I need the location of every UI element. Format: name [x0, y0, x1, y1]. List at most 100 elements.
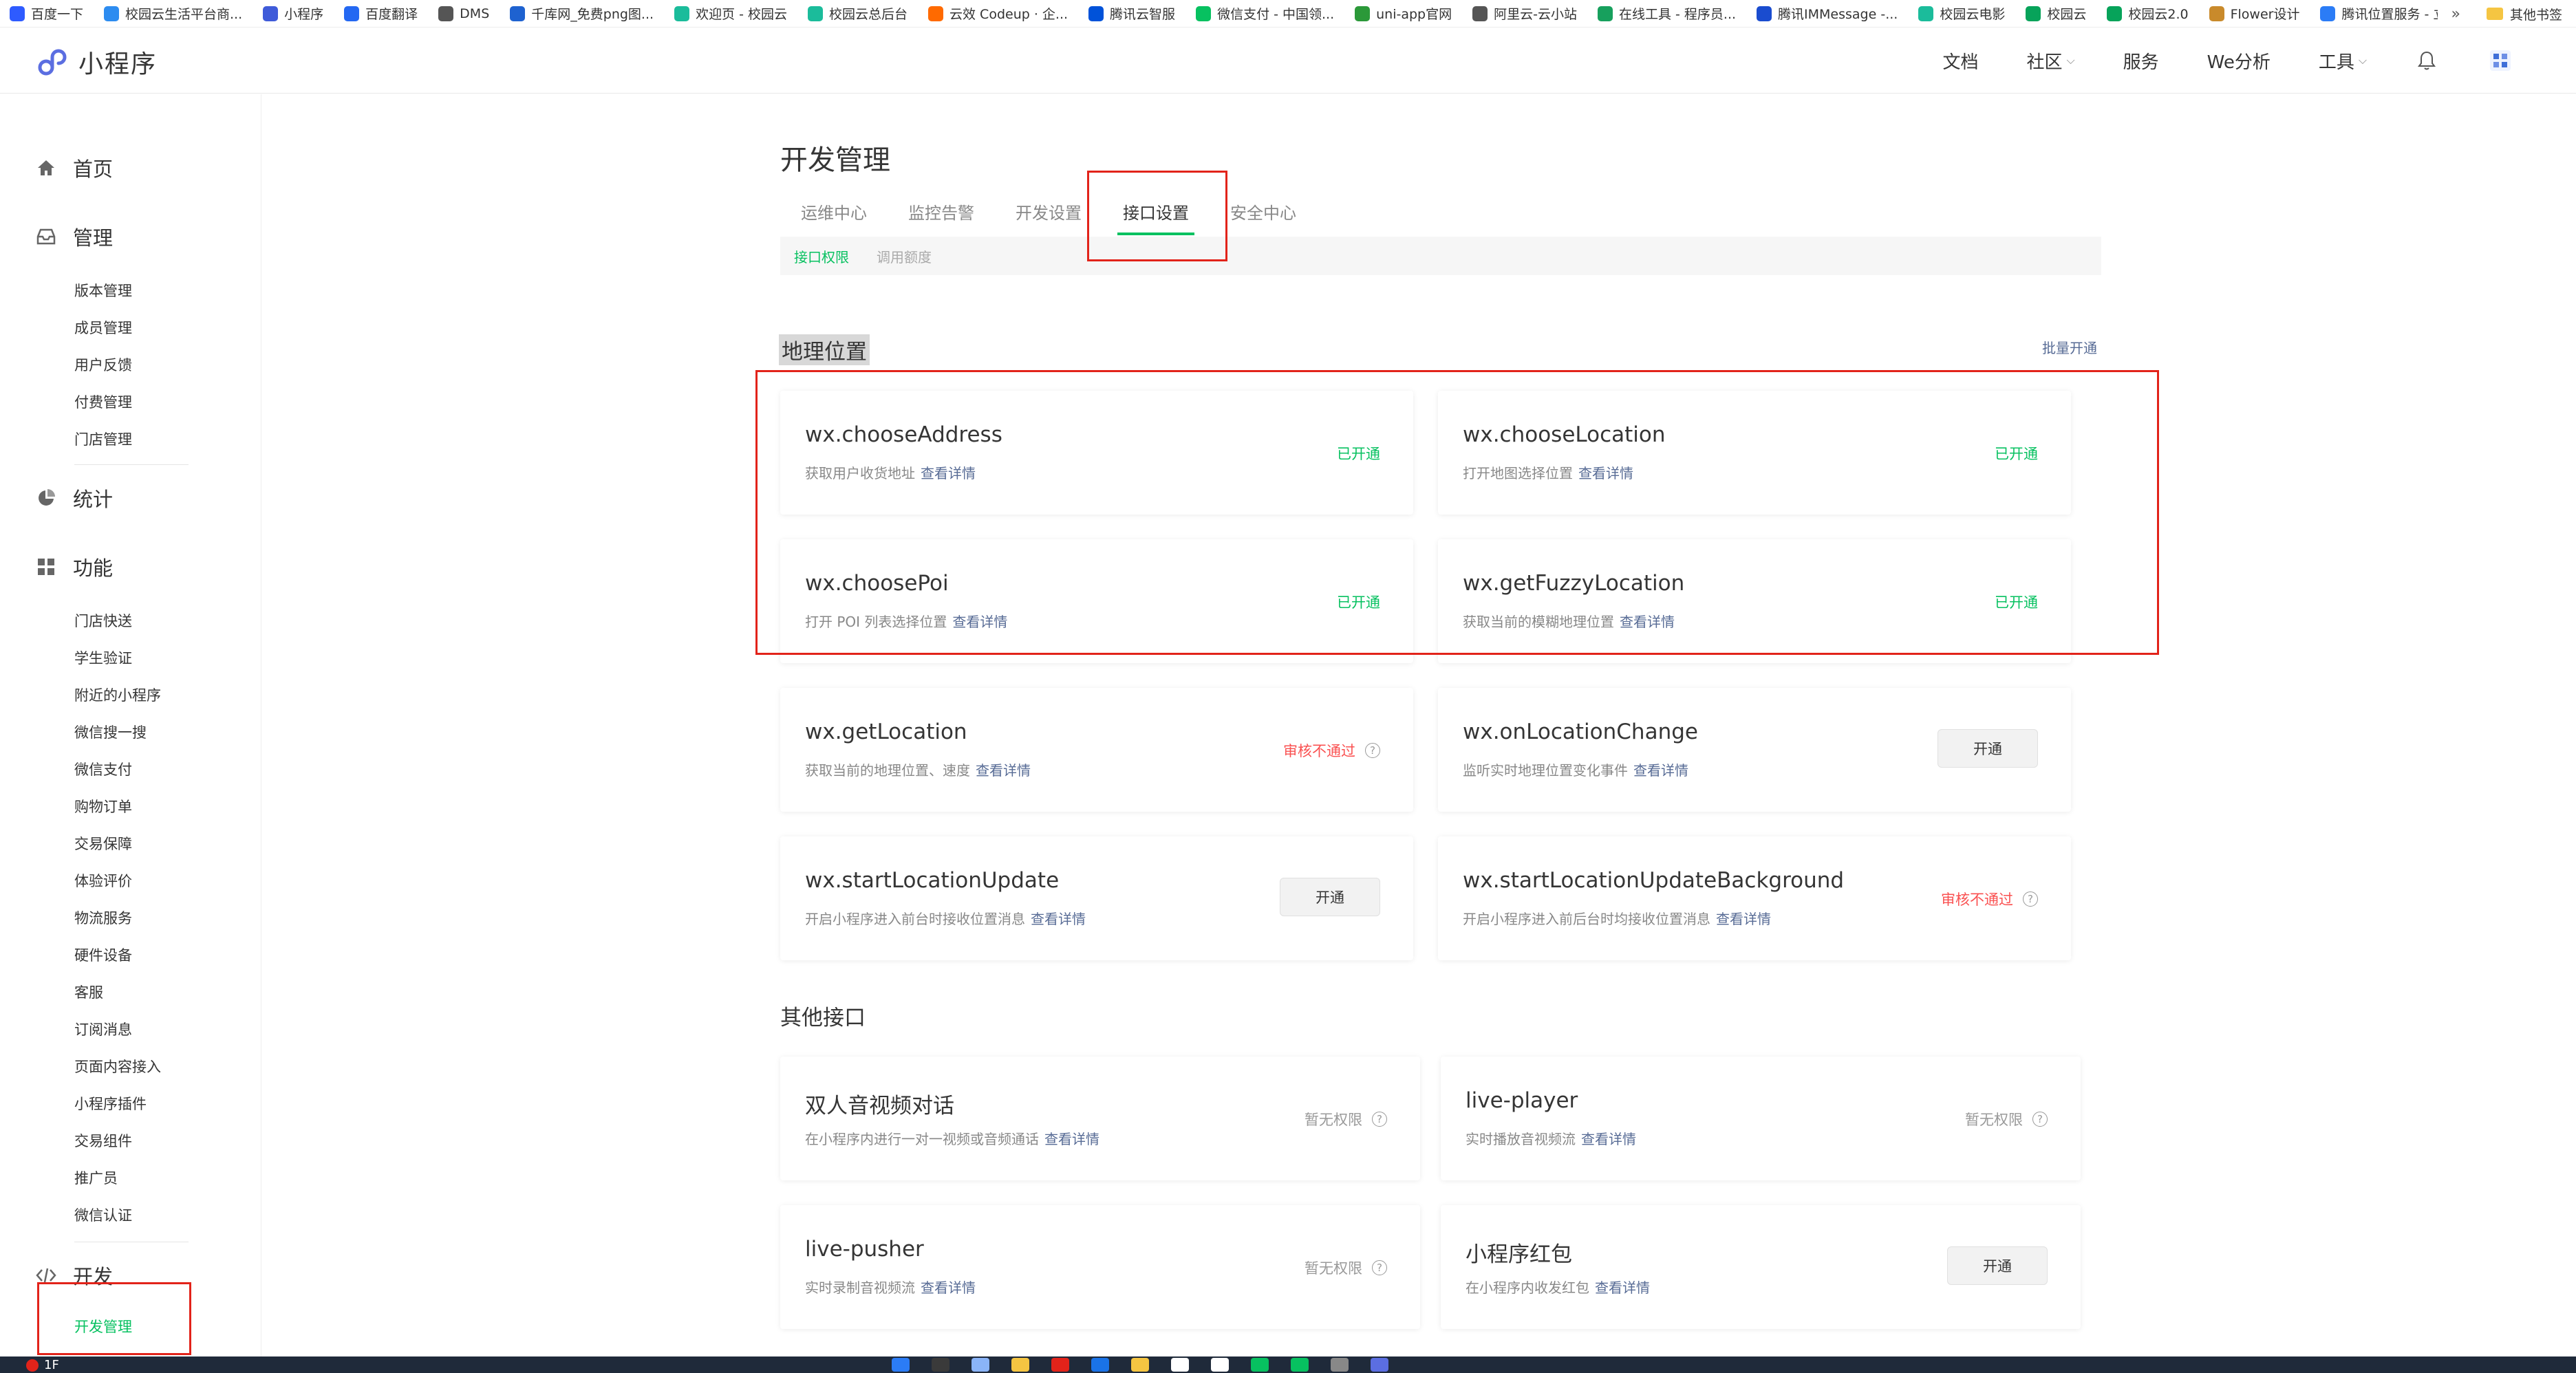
taskbar-app-icon[interactable]: [1251, 1358, 1269, 1372]
enable-button[interactable]: 开通: [1947, 1246, 2048, 1285]
more-bookmarks-icon[interactable]: »: [2451, 6, 2460, 23]
logo[interactable]: 小程序: [34, 44, 157, 80]
bookmark-favicon-icon: [438, 6, 454, 21]
tab-item[interactable]: 开发设置: [995, 198, 1102, 237]
enable-button[interactable]: 开通: [1280, 878, 1380, 916]
view-details-link[interactable]: 查看详情: [921, 1279, 976, 1296]
view-details-link[interactable]: 查看详情: [1595, 1279, 1650, 1296]
nav-link[interactable]: 社区 ⌵: [2026, 48, 2074, 74]
sidebar-subitem[interactable]: 硬件设备: [74, 944, 132, 965]
help-icon[interactable]: ?: [1365, 743, 1380, 758]
taskbar-app-icon[interactable]: [932, 1358, 949, 1372]
bookmarks-right: » 其他书签: [2437, 0, 2562, 27]
bookmark-item[interactable]: uni-app官网: [1355, 4, 1452, 23]
sidebar-subitem[interactable]: 交易保障: [74, 833, 132, 854]
sidebar-item-features[interactable]: 功能: [36, 552, 113, 581]
sidebar-subitem[interactable]: 学生验证: [74, 647, 132, 668]
tab-item[interactable]: 监控告警: [888, 198, 995, 237]
avatar[interactable]: [2487, 47, 2514, 74]
bookmark-item[interactable]: 微信支付 - 中国领...: [1196, 4, 1334, 23]
bookmark-item[interactable]: 云效 Codeup · 企...: [928, 4, 1068, 23]
api-card: 小程序红包 在小程序内收发红包 查看详情 开通: [1441, 1205, 2081, 1329]
taskbar-app-icon[interactable]: [1331, 1358, 1349, 1372]
subtab-bar: 接口权限 调用额度: [780, 237, 2101, 275]
api-description: 在小程序内进行一对一视频或音频通话 查看详情: [805, 1128, 1099, 1148]
view-details-link[interactable]: 查看详情: [1581, 1131, 1636, 1147]
view-details-link[interactable]: 查看详情: [1633, 762, 1688, 779]
bookmark-item[interactable]: 校园云电影: [1918, 4, 2005, 23]
bookmark-item[interactable]: 腾讯IMMessage -...: [1757, 4, 1898, 23]
taskbar-app-icon[interactable]: [972, 1358, 989, 1372]
nav-link[interactable]: 工具 ⌵: [2319, 48, 2367, 74]
taskbar-app-icon[interactable]: [1371, 1358, 1388, 1372]
view-details-link[interactable]: 查看详情: [1716, 911, 1771, 927]
other-bookmarks-folder[interactable]: 其他书签: [2510, 5, 2562, 23]
sidebar-subitem[interactable]: 购物订单: [74, 796, 132, 817]
bookmark-item[interactable]: 在线工具 - 程序员...: [1597, 4, 1736, 23]
bell-icon[interactable]: [2415, 49, 2438, 72]
bookmark-item[interactable]: 校园云生活平台商...: [104, 4, 242, 23]
subtab-item[interactable]: 接口权限: [794, 246, 849, 266]
bookmark-item[interactable]: 校园云: [2026, 4, 2086, 23]
bookmark-item[interactable]: DMS: [438, 6, 489, 21]
bookmark-item[interactable]: 百度翻译: [344, 4, 418, 23]
sidebar-subitem[interactable]: 物流服务: [74, 907, 132, 928]
nav-link[interactable]: 文档: [1942, 48, 1978, 74]
sidebar-subitem[interactable]: 客服: [74, 982, 103, 1002]
sidebar-item-home[interactable]: 首页: [36, 153, 113, 182]
sidebar-subitem[interactable]: 订阅消息: [74, 1019, 132, 1039]
sidebar-subitem[interactable]: 页面内容接入: [74, 1056, 161, 1077]
view-details-link[interactable]: 查看详情: [976, 762, 1031, 779]
taskbar-app-icon[interactable]: [1011, 1358, 1029, 1372]
bookmark-item[interactable]: 百度一下: [10, 4, 83, 23]
sidebar-subitem[interactable]: 微信支付: [74, 759, 132, 779]
enable-button[interactable]: 开通: [1938, 729, 2038, 768]
taskbar-app-icon[interactable]: [1051, 1358, 1069, 1372]
bookmark-favicon-icon: [2209, 6, 2224, 21]
sidebar-item-stats[interactable]: 统计: [36, 484, 113, 512]
sidebar-subitem[interactable]: 微信认证: [74, 1204, 132, 1225]
bookmark-item[interactable]: 校园云总后台: [808, 4, 908, 23]
help-icon[interactable]: ?: [2032, 1112, 2048, 1127]
taskbar-app-icon[interactable]: [892, 1358, 910, 1372]
sidebar-subitem[interactable]: 微信搜一搜: [74, 722, 147, 742]
taskbar-app-icon[interactable]: [1131, 1358, 1149, 1372]
view-details-link[interactable]: 查看详情: [1031, 911, 1086, 927]
sidebar-subitem[interactable]: 门店管理: [74, 429, 132, 449]
sidebar-subitem[interactable]: 版本管理: [74, 280, 132, 301]
nav-link[interactable]: 服务: [2123, 48, 2159, 74]
sidebar-item-manage[interactable]: 管理: [36, 222, 113, 251]
taskbar-app-icon[interactable]: [1291, 1358, 1309, 1372]
view-details-link[interactable]: 查看详情: [1044, 1131, 1099, 1147]
bookmark-item[interactable]: 小程序: [263, 4, 323, 23]
taskbar-app-icon[interactable]: [1091, 1358, 1109, 1372]
sidebar-subitem[interactable]: 推广员: [74, 1167, 118, 1188]
help-icon[interactable]: ?: [1372, 1260, 1387, 1275]
sidebar-subitem[interactable]: 成员管理: [74, 317, 132, 338]
annotation-box-sidebar: [37, 1282, 191, 1355]
sidebar-subitem[interactable]: 小程序插件: [74, 1093, 147, 1114]
sidebar-subitem[interactable]: 门店快送: [74, 610, 132, 631]
bookmark-item[interactable]: 欢迎页 - 校园云: [674, 4, 787, 23]
sidebar-subitem[interactable]: 附近的小程序: [74, 684, 161, 705]
tab-item[interactable]: 运维中心: [780, 198, 888, 237]
sidebar-subitem[interactable]: 用户反馈: [74, 354, 132, 375]
taskbar-status: 1F: [26, 1358, 59, 1372]
bookmark-item[interactable]: Flower设计: [2209, 4, 2299, 23]
bookmark-item[interactable]: 腾讯云智服: [1088, 4, 1175, 23]
sidebar-subitem[interactable]: 体验评价: [74, 870, 132, 891]
batch-enable-link[interactable]: 批量开通: [2042, 337, 2097, 357]
status-text: 暂无权限: [1305, 1260, 1362, 1277]
bookmark-item[interactable]: 千库网_免费png图...: [510, 4, 654, 23]
help-icon[interactable]: ?: [2023, 891, 2038, 907]
sidebar-subitem[interactable]: 交易组件: [74, 1130, 132, 1151]
sidebar-subitem[interactable]: 付费管理: [74, 391, 132, 412]
nav-link[interactable]: We分析: [2207, 48, 2271, 74]
taskbar-app-icon[interactable]: [1171, 1358, 1189, 1372]
subtab-item[interactable]: 调用额度: [877, 246, 932, 266]
bookmark-item[interactable]: 阿里云-云小站: [1472, 4, 1577, 23]
bookmark-item[interactable]: 校园云2.0: [2107, 4, 2189, 23]
help-icon[interactable]: ?: [1372, 1112, 1387, 1127]
taskbar-app-icon[interactable]: [1211, 1358, 1229, 1372]
bookmark-favicon-icon: [928, 6, 944, 21]
